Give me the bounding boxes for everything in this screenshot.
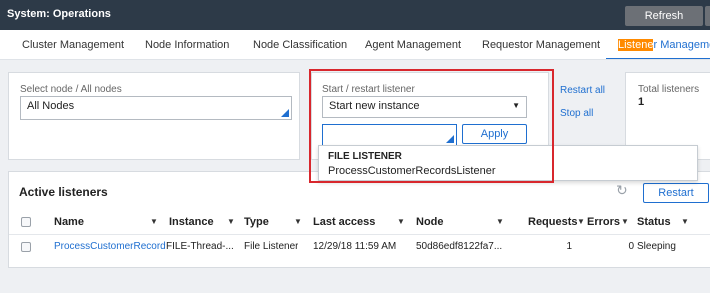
restart-all-link[interactable]: Restart all — [560, 85, 605, 96]
column-header-node[interactable]: Node — [416, 216, 444, 228]
column-header-last-access[interactable]: Last access — [313, 216, 375, 228]
cell-last-access: 12/29/18 11:59 AM — [313, 241, 397, 252]
cell-requests: 1 — [566, 241, 572, 252]
tab-bar: Cluster Management Node Information Node… — [0, 30, 710, 60]
listener-autocomplete-popup: FILE LISTENER ProcessCustomerRecordsList… — [318, 145, 698, 181]
column-header-requests[interactable]: Requests — [528, 216, 578, 228]
listener-action-select[interactable]: Start new instance ▼ — [322, 96, 527, 118]
node-select-card: Select node / All nodes All Nodes — [8, 72, 300, 160]
refresh-icon[interactable]: ↻ — [616, 182, 628, 199]
listener-name-link[interactable]: ProcessCustomerRecords — [54, 241, 166, 252]
resize-handle-icon — [281, 109, 289, 117]
node-select[interactable]: All Nodes — [20, 96, 292, 120]
node-select-value: All Nodes — [27, 100, 75, 112]
tab-requestor-management[interactable]: Requestor Management — [482, 39, 600, 51]
cell-instance: FILE-Thread-... — [166, 241, 234, 252]
more-button[interactable] — [705, 6, 710, 26]
select-all-checkbox[interactable] — [21, 217, 31, 227]
resize-handle-icon — [446, 135, 454, 143]
sort-icon[interactable]: ▼ — [496, 217, 504, 226]
tab-node-classification[interactable]: Node Classification — [253, 39, 347, 51]
active-tab-indicator — [606, 58, 710, 59]
top-bar: System: Operations Refresh — [0, 0, 710, 30]
cell-node: 50d86edf8122fa7... — [416, 241, 503, 252]
cell-status: Sleeping — [637, 241, 676, 252]
dropdown-arrow-icon: ▼ — [512, 101, 520, 110]
sort-icon[interactable]: ▼ — [150, 217, 158, 226]
tab-agent-management[interactable]: Agent Management — [365, 39, 461, 51]
tab-listener-management[interactable]: Listener Manageme — [618, 39, 710, 51]
column-header-instance[interactable]: Instance — [169, 216, 214, 228]
sort-icon[interactable]: ▼ — [681, 217, 689, 226]
refresh-button[interactable]: Refresh — [625, 6, 703, 26]
table-header: Name ▼ Instance ▼ Type ▼ Last access ▼ N… — [9, 210, 710, 234]
active-listeners-title: Active listeners — [19, 185, 108, 199]
popup-option[interactable]: ProcessCustomerRecordsListener — [328, 165, 496, 177]
column-header-type[interactable]: Type — [244, 216, 269, 228]
listener-action-label: Start / restart listener — [322, 84, 415, 95]
total-listeners-value: 1 — [638, 96, 645, 108]
table-row[interactable]: ProcessCustomerRecords FILE-Thread-... F… — [9, 234, 710, 258]
node-select-label: Select node / All nodes — [20, 84, 122, 95]
column-header-name[interactable]: Name — [54, 216, 84, 228]
cell-errors: 0 — [628, 241, 634, 252]
tab-label-rest: r Manageme — [653, 39, 710, 51]
sort-icon[interactable]: ▼ — [577, 217, 585, 226]
sort-icon[interactable]: ▼ — [227, 217, 235, 226]
sort-icon[interactable]: ▼ — [621, 217, 629, 226]
cell-type: File Listener — [244, 241, 299, 252]
stop-all-link[interactable]: Stop all — [560, 108, 593, 119]
column-header-status[interactable]: Status — [637, 216, 671, 228]
active-listeners-panel: Active listeners ↻ Restart Name ▼ Instan… — [8, 171, 710, 268]
tab-label-highlight: Listene — [618, 39, 654, 51]
listener-name-input[interactable] — [322, 124, 457, 146]
apply-button[interactable]: Apply — [462, 124, 527, 144]
sort-icon[interactable]: ▼ — [397, 217, 405, 226]
tab-node-information[interactable]: Node Information — [145, 39, 229, 51]
listener-action-value: Start new instance — [329, 100, 420, 112]
tab-cluster-management[interactable]: Cluster Management — [22, 39, 124, 51]
column-header-errors[interactable]: Errors — [587, 216, 620, 228]
restart-button[interactable]: Restart — [643, 183, 709, 203]
popup-group-heading: FILE LISTENER — [328, 151, 402, 162]
page-title: System: Operations — [7, 8, 111, 20]
row-checkbox[interactable] — [21, 242, 31, 252]
total-listeners-label: Total listeners — [638, 84, 700, 95]
sort-icon[interactable]: ▼ — [294, 217, 302, 226]
